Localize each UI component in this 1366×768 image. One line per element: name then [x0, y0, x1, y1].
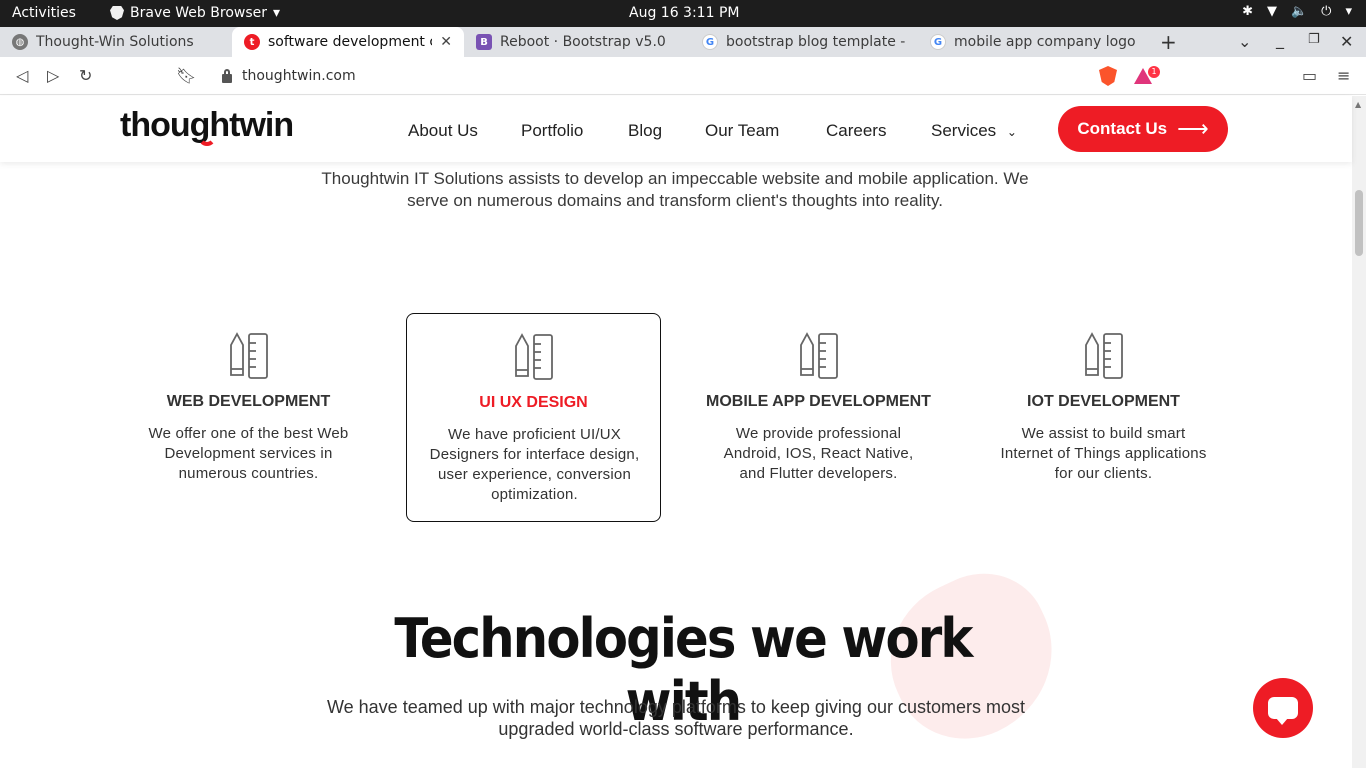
wallet-icon[interactable]: ▭ [1302, 66, 1317, 85]
nav-careers[interactable]: Careers [826, 121, 886, 141]
tab-bootstrap-blog[interactable]: G bootstrap blog template - G [690, 27, 918, 57]
globe-icon: ◍ [12, 34, 28, 50]
nav-our-team[interactable]: Our Team [705, 121, 779, 141]
tab-label: Reboot · Bootstrap v5.0 [500, 34, 666, 50]
tab-software-development[interactable]: t software development c ✕ [232, 27, 464, 57]
app-menu[interactable]: Brave Web Browser ▾ [110, 5, 280, 21]
technologies-subtitle: We have teamed up with major technology … [326, 697, 1025, 739]
service-title: WEB DEVELOPMENT [166, 393, 331, 410]
service-desc: We have proficient UI/UX Designers for i… [429, 426, 640, 503]
contact-us-label: Contact Us [1077, 119, 1168, 138]
close-icon[interactable]: ✕ [440, 34, 452, 50]
page-scrollbar[interactable]: ▲ [1352, 96, 1366, 768]
tab-search-chevron-icon[interactable]: ⌄ [1238, 32, 1251, 51]
app-name: Brave Web Browser [130, 5, 267, 21]
thoughtwin-icon: t [244, 34, 260, 50]
nav-blog[interactable]: Blog [628, 121, 662, 141]
forward-button[interactable]: ▷ [47, 66, 59, 85]
chevron-down-icon[interactable]: ▾ [1345, 4, 1352, 19]
chat-button[interactable] [1253, 678, 1313, 738]
chevron-down-icon: ⌄ [1006, 125, 1017, 139]
service-title: MOBILE APP DEVELOPMENT [706, 393, 931, 410]
site-header: thoughtwin About Us Portfolio Blog Our T… [0, 96, 1352, 162]
chat-bubble-icon [1268, 697, 1298, 725]
design-tools-icon [229, 332, 268, 379]
tab-reboot-bootstrap[interactable]: B Reboot · Bootstrap v5.0 [464, 27, 690, 57]
activities-button[interactable]: Activities [12, 5, 76, 21]
url-text[interactable]: thoughtwin.com [242, 68, 356, 84]
nav-about-us[interactable]: About Us [408, 121, 478, 141]
arrow-right-icon: ⟶ [1177, 116, 1209, 141]
tab-label: software development c [268, 34, 433, 50]
service-desc: We assist to build smart Internet of Thi… [1000, 425, 1207, 482]
lock-icon[interactable] [222, 68, 232, 83]
service-card-iot[interactable]: IOT DEVELOPMENT We assist to build smart… [976, 313, 1231, 522]
google-icon: G [930, 34, 946, 50]
google-icon: G [702, 34, 718, 50]
app-indicator-icon[interactable]: ✱ [1242, 4, 1253, 19]
volume-icon[interactable]: 🔈 [1291, 4, 1307, 19]
tab-thought-win[interactable]: ◍ Thought-Win Solutions [0, 27, 232, 57]
new-tab-button[interactable]: + [1160, 30, 1177, 54]
service-title: IOT DEVELOPMENT [1027, 393, 1180, 410]
nav-services[interactable]: Services ⌄ [931, 121, 1017, 141]
tab-strip: ◍ Thought-Win Solutions t software devel… [0, 27, 1366, 57]
system-tray[interactable]: ✱ ▼ 🔈 ⏻ ▾ [1242, 4, 1352, 19]
tab-mobile-app-logo[interactable]: G mobile app company logo - G [918, 27, 1148, 57]
bookmark-icon[interactable]: 🔖︎ [176, 66, 196, 85]
design-tools-icon [514, 333, 553, 380]
design-tools-icon [1084, 332, 1123, 379]
service-desc: We provide professional Android, IOS, Re… [723, 425, 914, 482]
design-tools-icon [799, 332, 838, 379]
back-button[interactable]: ◁ [16, 66, 28, 85]
close-window-button[interactable]: ✕ [1340, 32, 1353, 51]
bootstrap-icon: B [476, 34, 492, 50]
nav-portfolio[interactable]: Portfolio [521, 121, 583, 141]
tab-label: bootstrap blog template - G [726, 34, 906, 50]
menu-icon[interactable]: ≡ [1337, 66, 1350, 85]
nav-services-label: Services [931, 121, 997, 140]
power-icon[interactable]: ⏻ [1321, 4, 1331, 19]
tab-label: Thought-Win Solutions [36, 34, 194, 50]
reload-button[interactable]: ↻ [79, 66, 92, 85]
address-bar[interactable]: thoughtwin.com [204, 62, 1092, 90]
tab-label: mobile app company logo - G [954, 34, 1136, 50]
service-card-mobile[interactable]: MOBILE APP DEVELOPMENT We provide profes… [691, 313, 946, 522]
service-card-web[interactable]: WEB DEVELOPMENT We offer one of the best… [121, 313, 376, 522]
service-desc: We offer one of the best Web Development… [148, 425, 349, 482]
os-top-bar: Activities Brave Web Browser ▾ Aug 16 3:… [0, 0, 1366, 27]
clock[interactable]: Aug 16 3:11 PM [629, 5, 739, 21]
service-card-uiux[interactable]: UI UX DESIGN We have proficient UI/UX De… [406, 313, 661, 522]
restore-button[interactable]: ❐ [1308, 32, 1320, 47]
rewards-badge: 1 [1148, 66, 1160, 78]
service-title: UI UX DESIGN [479, 394, 588, 411]
scrollbar-thumb[interactable] [1355, 190, 1363, 256]
scroll-up-icon[interactable]: ▲ [1355, 100, 1361, 109]
intro-text: Thoughtwin IT Solutions assists to devel… [321, 169, 1029, 210]
chevron-down-icon: ▾ [273, 5, 281, 21]
browser-toolbar: ◁ ▷ ↻ 🔖︎ thoughtwin.com ▭ ≡ [0, 57, 1366, 95]
minimize-button[interactable]: _ [1276, 30, 1284, 49]
wifi-icon[interactable]: ▼ [1267, 4, 1277, 19]
contact-us-button[interactable]: Contact Us ⟶ [1058, 106, 1228, 152]
brave-icon [110, 6, 124, 20]
